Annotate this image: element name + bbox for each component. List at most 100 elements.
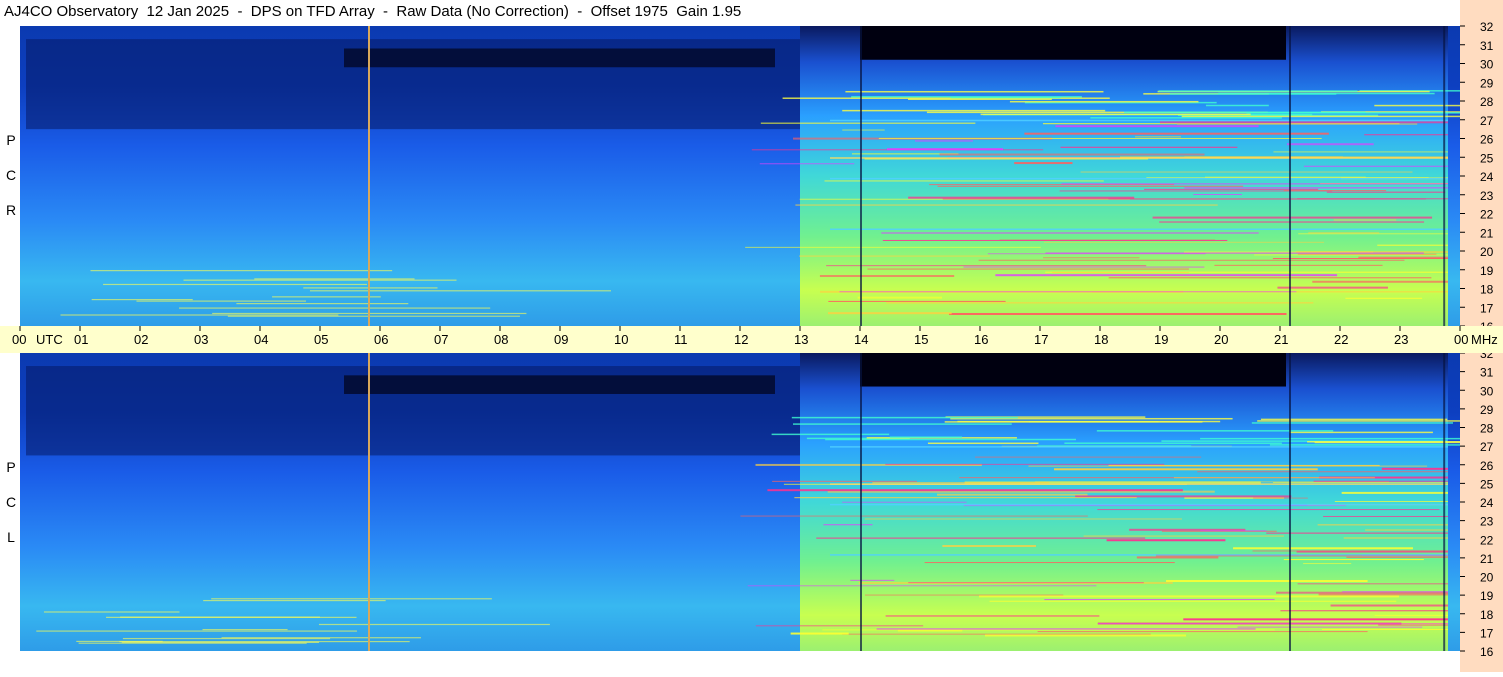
rcp-interference-streak — [915, 140, 973, 142]
lcp-interference-streak — [1044, 599, 1275, 601]
lcp-band-streak — [927, 442, 1039, 445]
rcp-interference-streak — [881, 232, 1259, 234]
lcp-interference-streak — [794, 497, 1137, 499]
time-tick-label: 09 — [554, 332, 568, 347]
lcp-band-streak — [1260, 418, 1448, 421]
rcp-interference-streak — [963, 266, 1205, 268]
lcp-early-streak — [202, 628, 288, 631]
rcp-interference-streak — [759, 163, 855, 165]
time-tick-label: 16 — [974, 332, 988, 347]
rcp-band-streak — [980, 113, 1251, 116]
freq-tick-label: 16 — [1480, 645, 1494, 659]
rcp-interference-streak — [978, 259, 1405, 261]
rcp-early-streak — [309, 290, 612, 292]
rcp-interference-streak — [1333, 219, 1397, 221]
lcp-interference-streak — [1297, 583, 1448, 585]
lcp-interference-streak — [1200, 530, 1267, 532]
rcp-daytime-dark-top — [860, 26, 1286, 60]
lcp-interference-streak — [747, 585, 1097, 587]
rcp-band-streak — [1374, 104, 1460, 107]
freq-tick-label: 24 — [1480, 170, 1494, 184]
lcp-label-letter-2: C — [5, 494, 17, 510]
lcp-band-streak — [1307, 441, 1460, 443]
lcp-band-streak — [793, 423, 1012, 425]
frequency-unit-label: MHz — [1471, 332, 1498, 347]
lcp-interference-streak — [1037, 631, 1368, 633]
freq-tick-label: 21 — [1480, 226, 1494, 240]
rcp-interference-streak — [1055, 125, 1259, 128]
lcp-vertical-edge — [1443, 353, 1446, 651]
rcp-interference-streak — [886, 302, 1314, 304]
lcp-interference-streak — [1334, 500, 1448, 502]
rcp-interference-streak — [1176, 123, 1418, 125]
rcp-band-streak — [1158, 90, 1358, 92]
rcp-interference-streak — [1024, 132, 1329, 135]
lcp-interference-streak — [984, 634, 1187, 637]
freq-tick-label: 31 — [1480, 366, 1494, 380]
rcp-interference-streak — [1045, 252, 1424, 254]
rcp-interference-streak — [1043, 257, 1140, 259]
lcp-interference-streak — [1330, 604, 1448, 607]
rcp-interference-streak — [995, 274, 1338, 277]
lcp-interference-streak — [979, 595, 1400, 598]
lcp-band-streak — [1269, 444, 1460, 446]
lcp-band-streak — [1064, 442, 1282, 444]
lcp-early-streak — [36, 630, 357, 632]
freq-tick-label: 26 — [1480, 133, 1494, 147]
lcp-interference-streak — [1374, 614, 1448, 616]
time-tick-label: 07 — [434, 332, 448, 347]
rcp-interference-streak — [857, 296, 942, 299]
lcp-time-marker — [368, 353, 370, 651]
rcp-night-upper-shade — [26, 39, 800, 130]
lcp-spectrogram — [20, 353, 1460, 651]
rcp-interference-streak — [1060, 146, 1238, 148]
freq-tick-label: 19 — [1480, 589, 1494, 603]
lcp-interference-streak — [740, 515, 1088, 517]
lcp-interference-streak — [1303, 563, 1352, 565]
rcp-early-streak — [236, 303, 409, 305]
rcp-band-streak — [908, 98, 1052, 101]
rcp-interference-streak — [937, 185, 1244, 187]
time-tick-label: 08 — [494, 332, 508, 347]
time-axis-bar: 00 01 02 03 04 05 06 07 08 09 10 11 12 13 14 15 16 17 18 19… — [0, 326, 1503, 353]
lcp-interference-streak — [1323, 515, 1448, 517]
lcp-band-streak — [889, 436, 963, 438]
rcp-constant-line — [830, 157, 1448, 159]
freq-tick-label: 31 — [1480, 39, 1494, 53]
rcp-interference-streak — [1308, 232, 1380, 234]
rcp-interference-streak — [1159, 121, 1448, 124]
lcp-interference-streak — [885, 615, 1100, 617]
rcp-early-streak — [254, 278, 415, 280]
rcp-constant-line — [830, 228, 1448, 230]
lcp-early-streak — [43, 611, 180, 613]
rcp-spectrogram — [20, 26, 1460, 326]
freq-tick-label: 27 — [1480, 440, 1494, 454]
rcp-interference-streak — [1303, 165, 1448, 167]
rcp-early-streak — [272, 296, 381, 298]
freq-tick-label: 29 — [1480, 76, 1494, 90]
rcp-interference-streak — [1108, 277, 1432, 279]
lcp-interference-streak — [1343, 537, 1448, 539]
lcp-interference-streak — [1075, 495, 1292, 498]
lcp-band-streak — [944, 421, 1203, 423]
rcp-interference-streak — [1043, 241, 1325, 243]
freq-tick-label: 20 — [1480, 571, 1494, 585]
lcp-interference-streak — [755, 625, 924, 627]
time-tick-label: 13 — [794, 332, 808, 347]
rcp-interference-streak — [1273, 151, 1448, 153]
lcp-label-letter-3: L — [7, 529, 15, 545]
rcp-interference-streak — [1152, 216, 1433, 219]
lcp-band-streak — [1200, 437, 1460, 440]
rcp-interference-streak — [824, 180, 1104, 182]
lcp-interference-streak — [924, 562, 1175, 564]
rcp-interference-streak — [939, 153, 1205, 156]
rcp-vertical-edge — [860, 26, 862, 326]
rcp-interference-streak — [1184, 187, 1448, 189]
time-tick-label: 19 — [1154, 332, 1168, 347]
rcp-interference-streak — [839, 291, 1297, 293]
rcp-interference-streak — [1286, 143, 1374, 146]
freq-tick-label: 27 — [1480, 114, 1494, 128]
lcp-interference-streak — [1253, 497, 1308, 499]
time-tick-label: 05 — [314, 332, 328, 347]
time-tick-label: 22 — [1334, 332, 1348, 347]
